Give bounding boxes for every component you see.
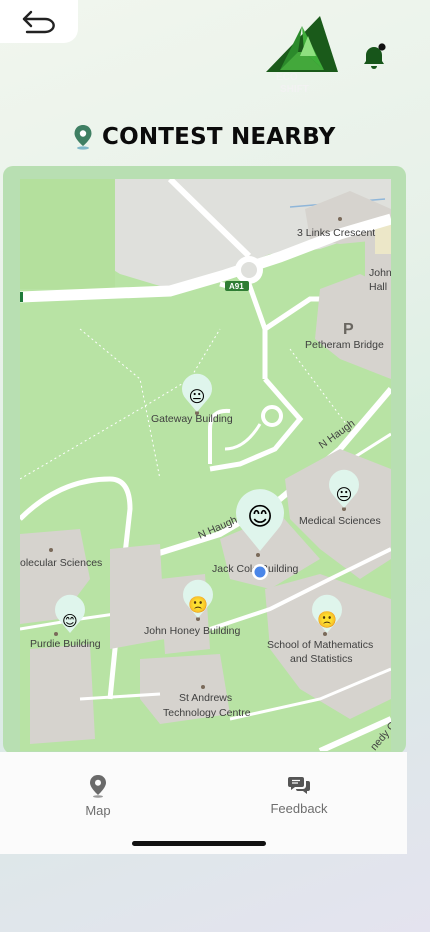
svg-text:School of Mathematics: School of Mathematics <box>267 639 373 651</box>
svg-text:A91: A91 <box>229 282 244 291</box>
tab-map[interactable]: Map <box>43 774 153 818</box>
svg-text:Petheram Bridge: Petheram Bridge <box>305 339 384 351</box>
svg-text:Hall: Hall <box>369 281 387 293</box>
map-card: 3 Links Crescent John Hall A91 P Pethera… <box>3 166 406 754</box>
svg-text:😐: 😐 <box>336 485 353 504</box>
svg-text:😊: 😊 <box>62 612 78 630</box>
svg-text:😊: 😊 <box>247 502 273 531</box>
svg-text:P: P <box>343 321 354 338</box>
svg-text:Gateway Building: Gateway Building <box>151 413 233 425</box>
svg-text:Technology Centre: Technology Centre <box>163 707 251 719</box>
tab-map-label: Map <box>85 803 111 818</box>
tab-feedback[interactable]: Feedback <box>244 774 354 816</box>
svg-text:🙁: 🙁 <box>188 595 208 614</box>
bottom-tab-bar: Map Feedback <box>0 752 407 854</box>
svg-text:and Statistics: and Statistics <box>290 653 352 665</box>
svg-text:John: John <box>369 267 391 279</box>
svg-text:😐: 😐 <box>189 387 206 406</box>
svg-text:ECO: ECO <box>276 72 298 83</box>
undo-arrow-icon <box>22 10 55 33</box>
map-pin-icon <box>74 125 92 150</box>
home-indicator <box>132 841 266 846</box>
svg-text:3 Links Crescent: 3 Links Crescent <box>297 227 375 239</box>
svg-text:SHIFT: SHIFT <box>280 84 309 95</box>
map-pin-icon <box>90 775 106 798</box>
page-title-row: CONTEST NEARBY <box>73 118 336 156</box>
svg-text:🙁: 🙁 <box>317 610 337 629</box>
chat-bubbles-icon <box>288 777 310 794</box>
user-location-dot <box>252 564 268 580</box>
page-title: CONTEST NEARBY <box>102 124 336 150</box>
svg-text:Medical Sciences: Medical Sciences <box>299 515 381 527</box>
tab-feedback-label: Feedback <box>270 801 328 816</box>
eco-shift-logo: ECO SHIFT <box>266 16 338 95</box>
bell-icon[interactable] <box>360 42 388 72</box>
map-view[interactable]: 3 Links Crescent John Hall A91 P Pethera… <box>20 179 391 751</box>
svg-text:John Honey Building: John Honey Building <box>144 625 240 637</box>
back-button[interactable] <box>0 0 78 43</box>
svg-text:Purdie Building: Purdie Building <box>30 638 101 650</box>
svg-text:olecular Sciences: olecular Sciences <box>20 557 102 569</box>
svg-text:St Andrews: St Andrews <box>179 692 232 704</box>
